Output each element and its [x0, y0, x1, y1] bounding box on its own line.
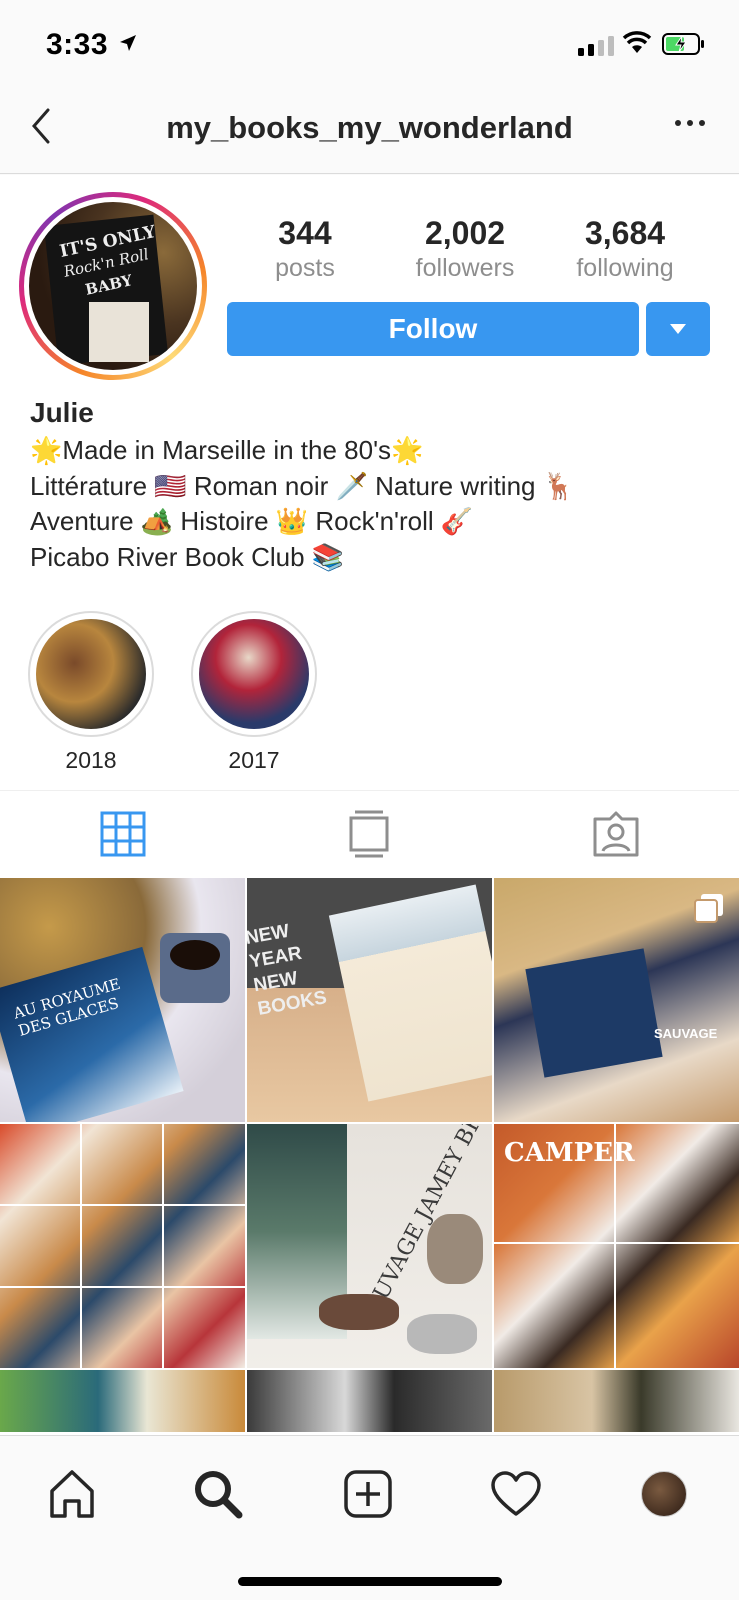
nav-activity[interactable]	[486, 1464, 546, 1524]
post-thumbnail[interactable]: NEW YEAR NEW BOOKS	[247, 878, 492, 1122]
post-thumbnail[interactable]	[0, 1124, 245, 1368]
stat-followers[interactable]: 2,002 followers	[385, 215, 545, 283]
nav-profile[interactable]	[634, 1464, 694, 1524]
status-bar: 3:33	[0, 0, 739, 90]
suggested-accounts-button[interactable]	[646, 302, 710, 356]
post-thumbnail[interactable]	[0, 1370, 245, 1432]
stat-value: 2,002	[424, 215, 506, 251]
avatar-image: IT'S ONLY Rock'n Roll BABY	[29, 202, 197, 370]
stat-label: following	[576, 254, 674, 282]
bio-line: Aventure 🏕️ Histoire 👑 Rock'n'roll 🎸	[30, 506, 474, 536]
carousel-icon	[694, 894, 723, 923]
highlight-label: 2017	[228, 747, 280, 773]
more-options-icon[interactable]	[675, 120, 705, 126]
profile-tabs	[0, 790, 739, 876]
story-highlights: 2018 2017	[28, 611, 317, 774]
stat-value: 344	[278, 215, 332, 251]
stat-label: posts	[275, 254, 335, 282]
profile-bio: Julie 🌟Made in Marseille in the 80's🌟 Li…	[30, 397, 720, 575]
wifi-icon	[622, 31, 652, 53]
profile-avatar[interactable]: IT'S ONLY Rock'n Roll BABY	[19, 192, 207, 380]
highlight-2018[interactable]: 2018	[28, 611, 154, 774]
grid-icon	[100, 811, 146, 856]
highlight-2017[interactable]: 2017	[191, 611, 317, 774]
highlight-label: 2018	[65, 747, 117, 773]
post-caption: SAUVAGE	[654, 1026, 718, 1041]
post-thumbnail[interactable]: SAUVAGE	[494, 878, 739, 1122]
search-icon	[195, 1471, 243, 1519]
nav-home[interactable]	[42, 1464, 102, 1524]
highlight-cover	[199, 619, 309, 729]
profile-header: my_books_my_wonderland	[0, 90, 739, 174]
page-title: my_books_my_wonderland	[166, 110, 573, 145]
status-time: 3:33	[46, 28, 109, 61]
stat-following[interactable]: 3,684 following	[545, 215, 705, 283]
nav-new-post[interactable]	[338, 1464, 398, 1524]
stat-label: followers	[415, 254, 515, 282]
posts-grid: AU ROYAUME DES GLACES NEW YEAR NEW BOOKS…	[0, 878, 739, 1432]
bottom-tab-bar	[0, 1435, 739, 1600]
highlight-cover	[36, 619, 146, 729]
bio-line: 🌟Made in Marseille in the 80's🌟	[30, 435, 424, 465]
home-icon	[50, 1470, 94, 1518]
profile-content: IT'S ONLY Rock'n Roll BABY 344 posts 2,0…	[0, 175, 739, 1435]
post-thumbnail[interactable]	[247, 1370, 492, 1432]
tab-feed[interactable]	[246, 791, 492, 876]
tagged-icon	[593, 811, 639, 856]
heart-icon	[491, 1471, 541, 1516]
stat-value: 3,684	[584, 215, 666, 251]
home-indicator[interactable]	[238, 1577, 502, 1586]
battery-icon	[662, 33, 704, 55]
post-thumbnail[interactable]: SAUVAGE JAMEY BRADBURY	[247, 1124, 492, 1368]
new-post-icon	[344, 1470, 392, 1518]
stat-posts[interactable]: 344 posts	[225, 215, 385, 283]
location-arrow-icon	[120, 35, 136, 51]
tab-tagged[interactable]	[493, 791, 739, 876]
tab-grid[interactable]	[0, 791, 246, 876]
nav-search[interactable]	[188, 1464, 248, 1524]
post-thumbnail[interactable]: CAMPER	[494, 1124, 739, 1368]
cell-signal-icon	[578, 36, 614, 56]
profile-avatar-mini	[641, 1471, 687, 1517]
profile-name: Julie	[30, 397, 94, 428]
feed-icon	[349, 810, 389, 857]
post-thumbnail[interactable]	[494, 1370, 739, 1432]
follow-button[interactable]: Follow	[227, 302, 639, 356]
caret-down-icon	[670, 324, 686, 334]
bio-line: Picabo River Book Club 📚	[30, 541, 345, 572]
post-caption: CAMPER	[504, 1138, 635, 1168]
post-thumbnail[interactable]: AU ROYAUME DES GLACES	[0, 878, 245, 1122]
profile-stats: 344 posts 2,002 followers 3,684 followin…	[225, 215, 725, 283]
bio-line: Littérature 🇺🇸 Roman noir 🗡️ Nature writ…	[30, 470, 576, 501]
